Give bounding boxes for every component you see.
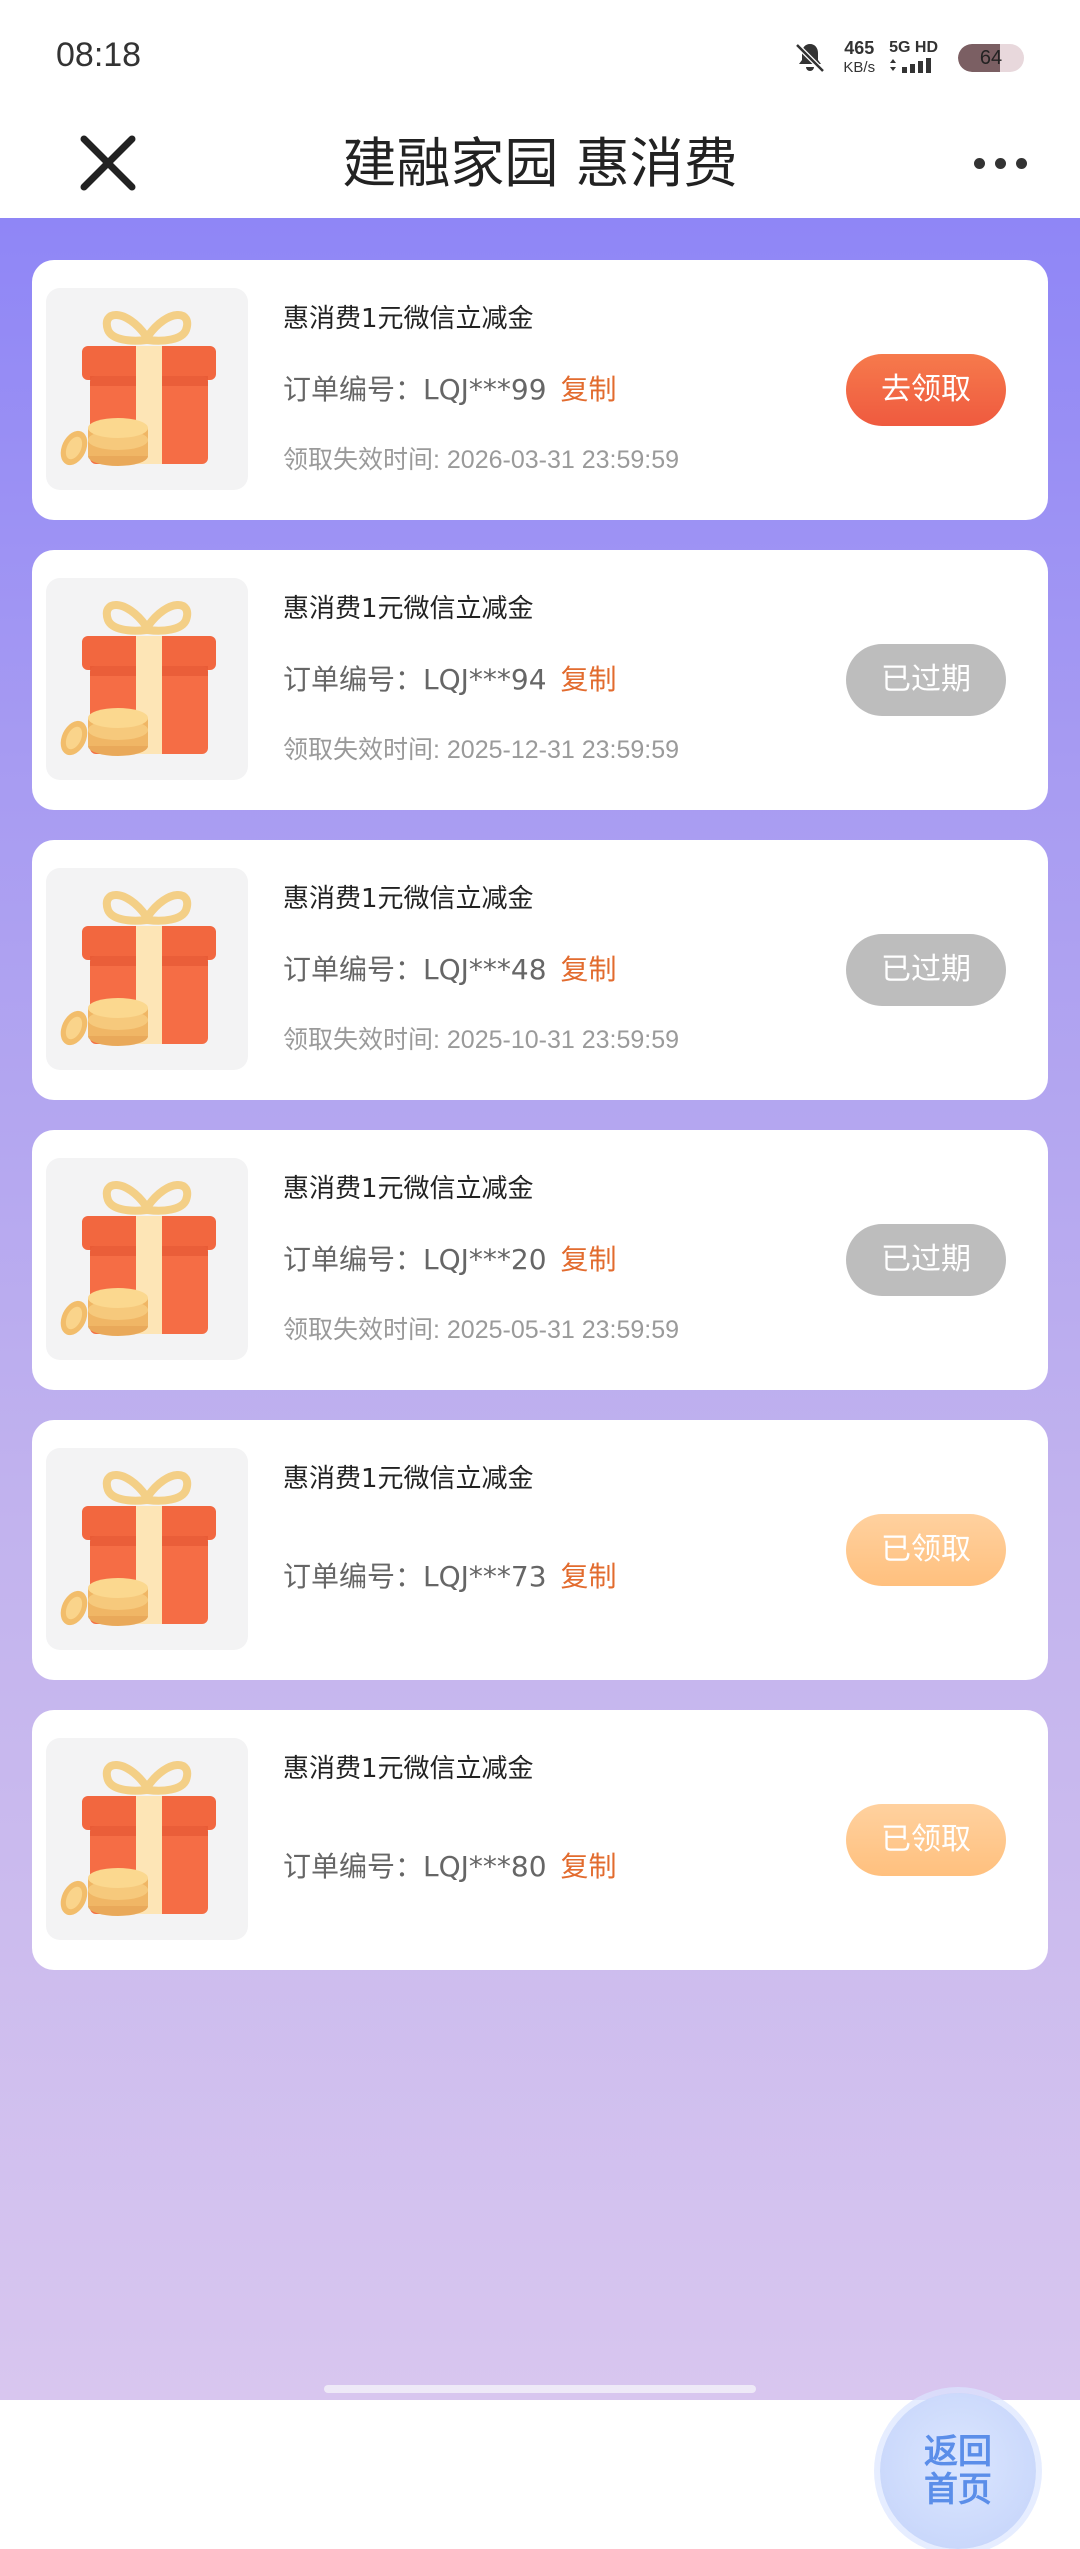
order-number-label: 订单编号： <box>283 663 424 696</box>
gift-icon <box>46 868 248 1070</box>
status-icons: 465 KB/s 5G HD 64 <box>791 30 1024 86</box>
voucher-title: 惠消费1元微信立减金 <box>283 304 534 334</box>
network-speed: 465 KB/s <box>843 38 875 78</box>
order-number-row: 订单编号：LQJ***48 复制 <box>283 948 617 988</box>
gift-icon <box>46 1158 248 1360</box>
title-bar: 建融家园 惠消费 <box>0 110 1080 218</box>
claim-button[interactable]: 去领取 <box>846 354 1006 426</box>
expiry-time: 领取失效时间: 2025-05-31 23:59:59 <box>283 1316 680 1344</box>
copy-link[interactable]: 复制 <box>561 1850 617 1883</box>
voucher-title: 惠消费1元微信立减金 <box>283 1754 534 1784</box>
voucher-title: 惠消费1元微信立减金 <box>283 1464 534 1494</box>
order-number-row: 订单编号：LQJ***99 复制 <box>283 368 617 408</box>
network-indicator: 5G HD <box>889 39 938 78</box>
expiry-time: 领取失效时间: 2025-12-31 23:59:59 <box>283 736 680 764</box>
more-dot-icon <box>1015 157 1027 169</box>
battery-level: 64 <box>979 47 1003 69</box>
voucher-title: 惠消费1元微信立减金 <box>283 594 534 624</box>
bell-muted-icon <box>795 43 826 73</box>
voucher-card: 惠消费1元微信立减金 订单编号：LQJ***73 复制 已领取 <box>32 1420 1048 1680</box>
home-button-line2: 首页 <box>924 2470 992 2510</box>
order-number: LQJ***94 <box>423 663 547 696</box>
page-title: 建融家园 惠消费 <box>342 132 738 195</box>
copy-link[interactable]: 复制 <box>561 1243 617 1276</box>
order-number-label: 订单编号： <box>283 953 424 986</box>
voucher-title: 惠消费1元微信立减金 <box>283 1174 534 1204</box>
gift-icon <box>46 578 248 780</box>
claimed-status-button: 已领取 <box>846 1804 1006 1876</box>
network-speed-unit: KB/s <box>843 59 876 76</box>
order-number-row: 订单编号：LQJ***73 复制 <box>283 1555 617 1595</box>
more-options-button[interactable] <box>956 127 1044 199</box>
status-time: 08:18 <box>56 36 142 74</box>
copy-link[interactable]: 复制 <box>561 1560 617 1593</box>
order-number: LQJ***48 <box>423 953 547 986</box>
voucher-card: 惠消费1元微信立减金 订单编号：LQJ***20 复制领取失效时间: 2025-05… <box>32 1130 1048 1390</box>
expired-status-button: 已过期 <box>846 1224 1006 1296</box>
expired-status-button: 已过期 <box>846 934 1006 1006</box>
close-icon[interactable] <box>72 127 144 199</box>
gift-icon <box>46 1738 248 1940</box>
order-number-row: 订单编号：LQJ***80 复制 <box>283 1845 617 1885</box>
order-number: LQJ***73 <box>423 1560 547 1593</box>
expiry-time: 领取失效时间: 2026-03-31 23:59:59 <box>283 446 680 474</box>
order-number-label: 订单编号： <box>283 373 424 406</box>
network-speed-value: 465 <box>844 38 875 58</box>
voucher-card: 惠消费1元微信立减金 订单编号：LQJ***94 复制领取失效时间: 2025-12… <box>32 550 1048 810</box>
order-number-label: 订单编号： <box>283 1560 424 1593</box>
battery-icon: 64 <box>958 44 1024 72</box>
gift-icon <box>46 288 248 490</box>
signal-icon <box>889 57 931 73</box>
gesture-bar[interactable] <box>324 2385 756 2393</box>
order-number-label: 订单编号： <box>283 1850 424 1883</box>
voucher-title: 惠消费1元微信立减金 <box>283 884 534 914</box>
voucher-card: 惠消费1元微信立减金 订单编号：LQJ***48 复制领取失效时间: 2025-10… <box>32 840 1048 1100</box>
voucher-card: 惠消费1元微信立减金 订单编号：LQJ***80 复制 已领取 <box>32 1710 1048 1970</box>
order-number: LQJ***80 <box>423 1850 547 1883</box>
order-number-label: 订单编号： <box>283 1243 424 1276</box>
more-dot-icon <box>973 157 985 169</box>
copy-link[interactable]: 复制 <box>561 373 617 406</box>
network-type: 5G HD <box>889 38 938 56</box>
order-number: LQJ***20 <box>423 1243 547 1276</box>
voucher-list: 惠消费1元微信立减金 订单编号：LQJ***99 复制 领取失效时间: 2026-03… <box>0 218 1080 2549</box>
more-dot-icon <box>994 157 1006 169</box>
order-number: LQJ***99 <box>423 373 547 406</box>
order-number-row: 订单编号：LQJ***94 复制 <box>283 658 617 698</box>
order-number-row: 订单编号：LQJ***20 复制 <box>283 1238 617 1278</box>
copy-link[interactable]: 复制 <box>561 663 617 696</box>
home-button-line1: 返回 <box>924 2432 992 2472</box>
copy-link[interactable]: 复制 <box>561 953 617 986</box>
back-to-home-button[interactable]: 返回 首页 <box>880 2393 1036 2549</box>
expired-status-button: 已过期 <box>846 644 1006 716</box>
status-bar: 08:18 465 KB/s 5G HD 64 <box>0 0 1080 110</box>
expiry-time: 领取失效时间: 2025-10-31 23:59:59 <box>283 1026 680 1054</box>
claimed-status-button: 已领取 <box>846 1514 1006 1586</box>
voucher-card: 惠消费1元微信立减金 订单编号：LQJ***99 复制领取失效时间: 2026-03… <box>32 260 1048 520</box>
gift-icon <box>46 1448 248 1650</box>
